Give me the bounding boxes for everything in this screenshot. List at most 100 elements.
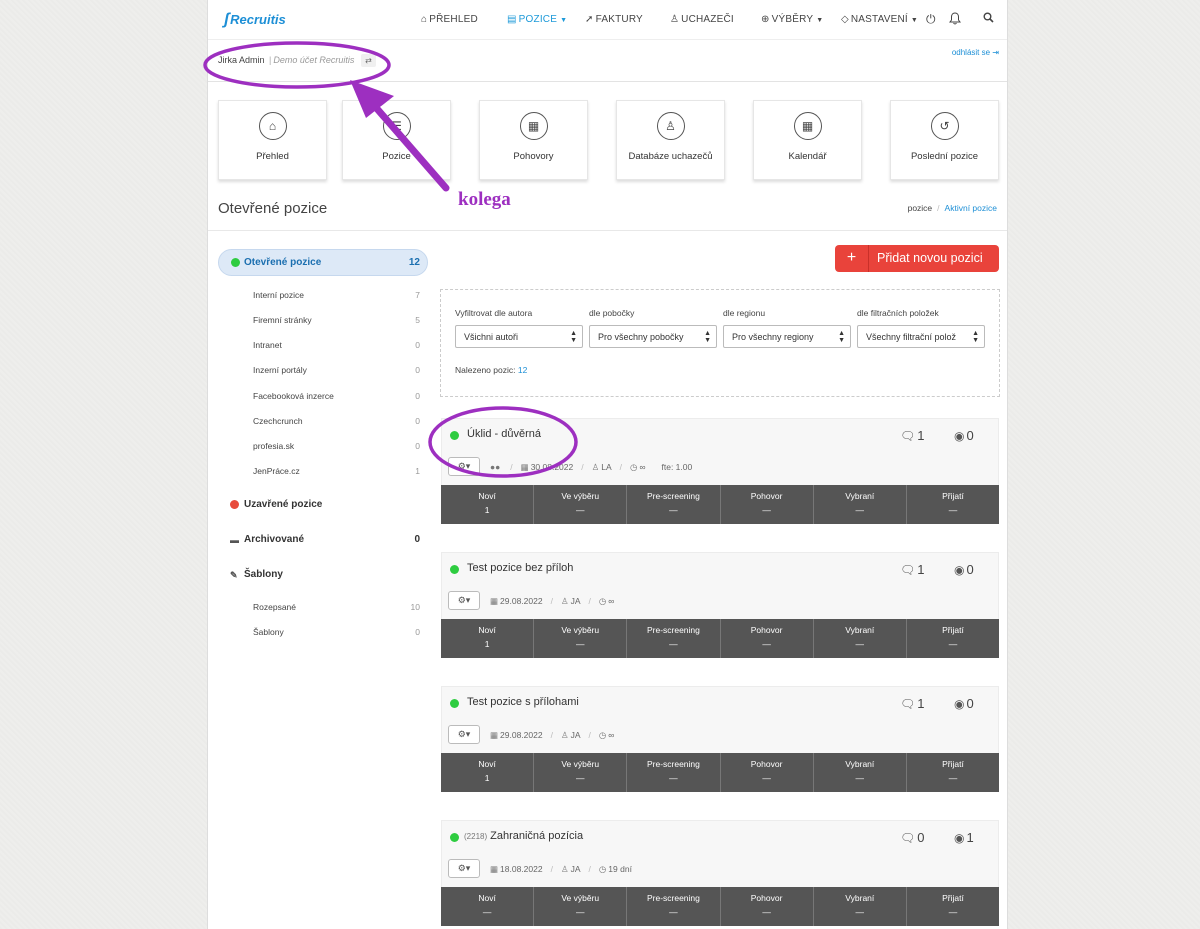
- filter-author-select[interactable]: Všichni autoři ▲ ▼: [455, 325, 583, 348]
- breadcrumb: pozice / Aktivní pozice: [908, 203, 997, 213]
- stage-label: Pohovor: [750, 625, 783, 635]
- position-title[interactable]: Test pozice s přílohami: [464, 696, 579, 708]
- tile-databaze[interactable]: ♙ Databáze uchazečů: [616, 100, 725, 180]
- pipeline-stage[interactable]: Noví 1: [441, 485, 535, 524]
- subitem-label: Facebooková inzerce: [253, 391, 334, 401]
- stage-value: —: [762, 639, 771, 649]
- filter-branch-select[interactable]: Pro všechny pobočky ▲ ▼: [589, 325, 717, 348]
- position-card: Test pozice bez příloh 🗨 1 ◉ 0 ⚙▾ ▦ 29.08.2…: [441, 552, 999, 658]
- position-duration: ∞: [639, 462, 646, 472]
- tile-posledni[interactable]: ↺ Poslední pozice: [890, 100, 999, 180]
- tile-kalendar[interactable]: ▦ Kalendář: [753, 100, 862, 180]
- pipeline-stage[interactable]: Pre-screening —: [627, 887, 721, 926]
- pipeline-stage[interactable]: Ve výběru —: [534, 485, 628, 524]
- pipeline-stage[interactable]: Noví 1: [441, 753, 535, 792]
- list-icon: ☰: [382, 112, 411, 140]
- pipeline-stage[interactable]: Pohovor —: [721, 485, 814, 524]
- settings-dropdown-button[interactable]: ⚙▾: [448, 591, 480, 610]
- settings-dropdown-button[interactable]: ⚙▾: [448, 859, 480, 878]
- user-info: Jirka Admin | Demo účet Recruitis ⇄: [218, 54, 376, 67]
- tile-label: Přehled: [256, 151, 289, 162]
- status-open-icon: [450, 431, 459, 440]
- pipeline-stage[interactable]: Pohovor —: [721, 887, 814, 926]
- sidebar-subitem-czechcrunch[interactable]: Czechcrunch 0: [253, 416, 420, 426]
- switch-account-icon[interactable]: ⇄: [360, 54, 376, 67]
- position-title[interactable]: Úklid - důvěrná: [464, 428, 541, 440]
- logout-link[interactable]: odhlásit se ⇥: [952, 48, 999, 57]
- sidebar-subitem-interni[interactable]: Interní pozice 7: [253, 290, 420, 300]
- nav-faktury[interactable]: ➚ FAKTURY: [585, 14, 643, 25]
- search-icon[interactable]: [983, 12, 994, 26]
- tile-label: Databáze uchazečů: [628, 151, 713, 162]
- nav-vybery[interactable]: ⊕ VÝBĚRY ▼: [761, 14, 823, 25]
- position-title-text: Test pozice bez příloh: [467, 562, 574, 574]
- pipeline-stage[interactable]: Vybraní —: [814, 753, 907, 792]
- settings-dropdown-button[interactable]: ⚙▾: [448, 725, 480, 744]
- pipeline-stage[interactable]: Pre-screening —: [627, 619, 721, 658]
- stage-value: —: [948, 505, 958, 515]
- filter-items-select[interactable]: Všechny filtrační polož ▲ ▼: [857, 325, 985, 348]
- clock-icon: ◷: [598, 864, 607, 874]
- stage-label: Pre-screening: [646, 759, 700, 769]
- pipeline-stage[interactable]: Pre-screening —: [627, 753, 721, 792]
- pipeline-stage[interactable]: Vybraní —: [814, 619, 907, 658]
- chevron-down-icon: ▼: [910, 17, 919, 24]
- select-arrows-icon: ▲ ▼: [838, 330, 845, 344]
- pipeline-stage[interactable]: Noví —: [441, 887, 535, 926]
- pipeline-stage[interactable]: Ve výběru —: [534, 887, 628, 926]
- sidebar-subitem-sablony[interactable]: Šablony 0: [253, 627, 420, 637]
- sidebar-item-open-positions[interactable]: Otevřené pozice 12: [218, 249, 428, 276]
- pipeline-stage[interactable]: Ve výběru —: [534, 619, 628, 658]
- settings-dropdown-button[interactable]: ⚙▾: [448, 457, 480, 476]
- sidebar-subitem-rozepsane[interactable]: Rozepsané 10: [253, 602, 420, 612]
- select-arrows-icon: ▲ ▼: [704, 330, 711, 344]
- nav-nastaveni[interactable]: ◇ NASTAVENÍ ▼: [841, 14, 918, 25]
- pipeline-stage[interactable]: Přijatí —: [907, 887, 999, 926]
- calendar-clock-icon: ▦: [519, 112, 548, 140]
- breadcrumb-current[interactable]: Aktivní pozice: [945, 203, 997, 213]
- tile-pozice[interactable]: ☰ Pozice: [342, 100, 451, 180]
- stage-label: Přijatí: [942, 491, 964, 501]
- pipeline-stage[interactable]: Ve výběru —: [534, 753, 628, 792]
- pipeline-stage[interactable]: Přijatí —: [907, 619, 999, 658]
- home-icon: ⌂: [258, 112, 287, 140]
- power-icon[interactable]: ⏻: [926, 12, 936, 27]
- nav-uchazeci[interactable]: ♙ UCHAZEČI: [670, 14, 734, 25]
- position-duration: 19 dní: [608, 864, 632, 874]
- breadcrumb-link[interactable]: pozice: [908, 203, 933, 213]
- nav-prehled[interactable]: ⌂ PŘEHLED: [421, 14, 478, 25]
- stage-value: —: [669, 773, 678, 783]
- archive-icon: ▬: [230, 535, 239, 545]
- tile-pohovory[interactable]: ▦ Pohovory: [479, 100, 588, 180]
- stage-value: —: [855, 639, 865, 649]
- logo[interactable]: ʃRecruitis: [224, 11, 286, 29]
- sidebar-subitem-profesia[interactable]: profesia.sk 0: [253, 441, 420, 451]
- nav-pozice[interactable]: ▤ POZICE ▼: [507, 14, 567, 25]
- status-open-icon: [450, 565, 459, 574]
- filter-region-select[interactable]: Pro všechny regiony ▲ ▼: [723, 325, 851, 348]
- pipeline-stage[interactable]: Pohovor —: [721, 619, 814, 658]
- sidebar-subitem-inzerni[interactable]: Inzerní portály 0: [253, 365, 420, 375]
- sidebar-subitem-jenprace[interactable]: JenPráce.cz 1: [253, 466, 420, 476]
- views-value: 0: [966, 428, 974, 443]
- position-date: 18.08.2022: [500, 864, 543, 874]
- pipeline-stage[interactable]: Přijatí —: [907, 753, 999, 792]
- found-value[interactable]: 12: [518, 365, 527, 375]
- sidebar-subitem-firemni[interactable]: Firemní stránky 5: [253, 315, 420, 325]
- position-title[interactable]: (2218) Zahraničná pozícia: [464, 830, 583, 842]
- sidebar-subitem-facebook[interactable]: Facebooková inzerce 0: [253, 391, 420, 401]
- position-card: Úklid - důvěrná 🗨 1 ◉ 0 ⚙▾ ●● / ▦ 30.08.2022/…: [441, 418, 999, 524]
- position-title[interactable]: Test pozice bez příloh: [464, 562, 573, 574]
- pipeline-stage[interactable]: Pre-screening —: [627, 485, 721, 524]
- tile-prehled[interactable]: ⌂ Přehled: [218, 100, 327, 180]
- pipeline-stage[interactable]: Vybraní —: [814, 485, 907, 524]
- pipeline-stage[interactable]: Vybraní —: [814, 887, 907, 926]
- pipeline-stage[interactable]: Přijatí —: [907, 485, 999, 524]
- calendar-icon: ▦: [490, 596, 499, 606]
- add-position-button[interactable]: + Přidat novou pozici: [835, 245, 999, 272]
- pipeline-stage[interactable]: Noví 1: [441, 619, 535, 658]
- select-arrows-icon: ▲ ▼: [570, 330, 577, 344]
- sidebar-subitem-intranet[interactable]: Intranet 0: [253, 340, 420, 350]
- bell-icon[interactable]: [949, 12, 961, 28]
- pipeline-stage[interactable]: Pohovor —: [721, 753, 814, 792]
